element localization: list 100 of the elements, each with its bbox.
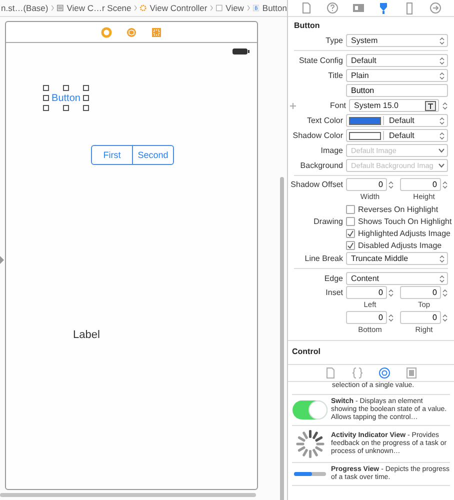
checkbox[interactable] <box>346 204 355 214</box>
checkbox[interactable] <box>346 216 355 226</box>
resize-handle[interactable] <box>83 85 89 91</box>
circle-icon <box>140 3 147 13</box>
number-field[interactable]: 0 <box>400 178 441 191</box>
field-label: Background <box>299 161 343 170</box>
exit-square-icon[interactable] <box>151 26 162 38</box>
breadcrumb-item[interactable]: Button <box>262 3 287 13</box>
resize-handle[interactable] <box>43 95 49 101</box>
font-picker-icon[interactable] <box>425 100 436 110</box>
stepper-icon <box>442 288 448 298</box>
checkbox[interactable] <box>346 228 355 238</box>
breadcrumb-item[interactable]: View C…r Scene <box>66 3 132 13</box>
checkbox-label: Reverses On Highlight <box>358 204 438 214</box>
plus-icon[interactable] <box>290 102 296 108</box>
progress-bar <box>294 472 326 476</box>
resize-handle[interactable] <box>83 105 89 111</box>
button-glyph-icon <box>253 3 260 13</box>
label-text: Label <box>73 329 100 341</box>
dropdown[interactable]: System <box>346 34 448 47</box>
field-label: Inset <box>324 287 343 297</box>
segment[interactable]: Second <box>132 146 173 164</box>
color-dropdown[interactable]: Default <box>346 114 448 127</box>
resize-handle[interactable] <box>43 105 49 111</box>
resize-handle[interactable] <box>63 85 69 91</box>
stepper-icon <box>439 116 445 126</box>
segment[interactable]: First <box>92 146 132 164</box>
breadcrumb-item[interactable]: View <box>226 3 244 13</box>
id-card-icon[interactable] <box>352 2 365 14</box>
battery-icon <box>232 48 250 55</box>
field-label: Shadow Offset <box>290 179 343 189</box>
media-icon[interactable] <box>405 367 418 379</box>
number-field[interactable]: 0 <box>400 286 441 299</box>
stepper-icon <box>388 312 394 322</box>
stepper-icon <box>442 180 448 190</box>
field-label: Edge <box>323 274 343 283</box>
resize-handle[interactable] <box>43 85 49 91</box>
field-label: Text Color <box>306 116 343 125</box>
field-label: Font <box>328 101 346 110</box>
number-field[interactable]: 0 <box>346 311 387 324</box>
dropdown[interactable]: Content <box>346 272 448 285</box>
switch-icon <box>292 400 328 420</box>
dropdown[interactable]: Plain <box>346 69 448 82</box>
button-text[interactable]: Button <box>52 92 80 104</box>
number-field[interactable]: 0 <box>346 178 387 191</box>
stepper-icon <box>439 56 445 66</box>
font-field[interactable]: System 15.0 <box>349 99 439 112</box>
chevron-icon <box>134 3 138 13</box>
dropdown[interactable]: Default <box>346 54 448 67</box>
field-label: Drawing <box>312 216 343 226</box>
chevron-icon <box>210 3 214 13</box>
field-label: State Config <box>298 56 343 65</box>
field-label: Image <box>320 146 343 155</box>
braces-icon[interactable] <box>351 367 364 379</box>
stepper-icon <box>442 100 448 110</box>
checkbox[interactable] <box>346 240 355 250</box>
stepper-icon <box>439 70 445 80</box>
field-label: Line Break <box>304 254 343 263</box>
stepper-icon <box>388 180 394 190</box>
section-title: Button <box>293 20 321 32</box>
breadcrumb-item[interactable]: n.st…(Base) <box>1 3 48 13</box>
stepper-icon <box>439 130 445 140</box>
checkbox-label: Shows Touch On Highlight <box>358 216 452 226</box>
stepper-icon <box>388 288 394 298</box>
color-swatch[interactable] <box>349 132 381 140</box>
object-library-icon[interactable] <box>378 367 391 379</box>
chevron-down-icon[interactable] <box>438 163 445 168</box>
circle-icon[interactable] <box>101 26 112 38</box>
checkbox-label: Highlighted Adjusts Image <box>358 228 450 238</box>
text-field[interactable]: Button <box>346 84 448 97</box>
arrow-circle-icon[interactable] <box>428 2 442 14</box>
dropdown[interactable]: Truncate Middle <box>346 252 448 265</box>
checkbox-label: Disabled Adjusts Image <box>358 240 442 250</box>
stepper-icon <box>439 274 445 284</box>
cube-icon[interactable] <box>126 26 137 38</box>
stepper-icon <box>442 312 448 322</box>
horizontal-scrollbar[interactable] <box>0 493 256 497</box>
breadcrumb-item[interactable]: View Controller <box>150 3 208 13</box>
color-dropdown[interactable]: Default <box>346 129 448 142</box>
document-icon[interactable] <box>324 367 337 379</box>
chevron-icon <box>246 3 250 13</box>
resize-handle[interactable] <box>63 105 69 111</box>
number-field[interactable]: 0 <box>400 311 441 324</box>
field-label: Title <box>327 71 343 80</box>
chevron-down-icon[interactable] <box>438 148 445 153</box>
scene-icon <box>57 3 64 13</box>
field-label: Shadow Color <box>292 131 343 140</box>
resize-handle[interactable] <box>83 95 89 101</box>
document-icon[interactable] <box>300 2 314 14</box>
color-swatch[interactable] <box>349 116 381 124</box>
stepper-icon <box>439 254 445 264</box>
stepper-icon <box>439 36 445 46</box>
spinner-icon <box>294 429 326 460</box>
help-icon[interactable] <box>326 2 339 14</box>
chevron-icon <box>51 3 54 13</box>
field-label: Type <box>324 36 343 45</box>
number-field[interactable]: 0 <box>346 286 387 299</box>
section-title: Control <box>288 340 454 359</box>
vertical-scrollbar[interactable] <box>280 177 284 500</box>
square-icon <box>216 3 223 13</box>
